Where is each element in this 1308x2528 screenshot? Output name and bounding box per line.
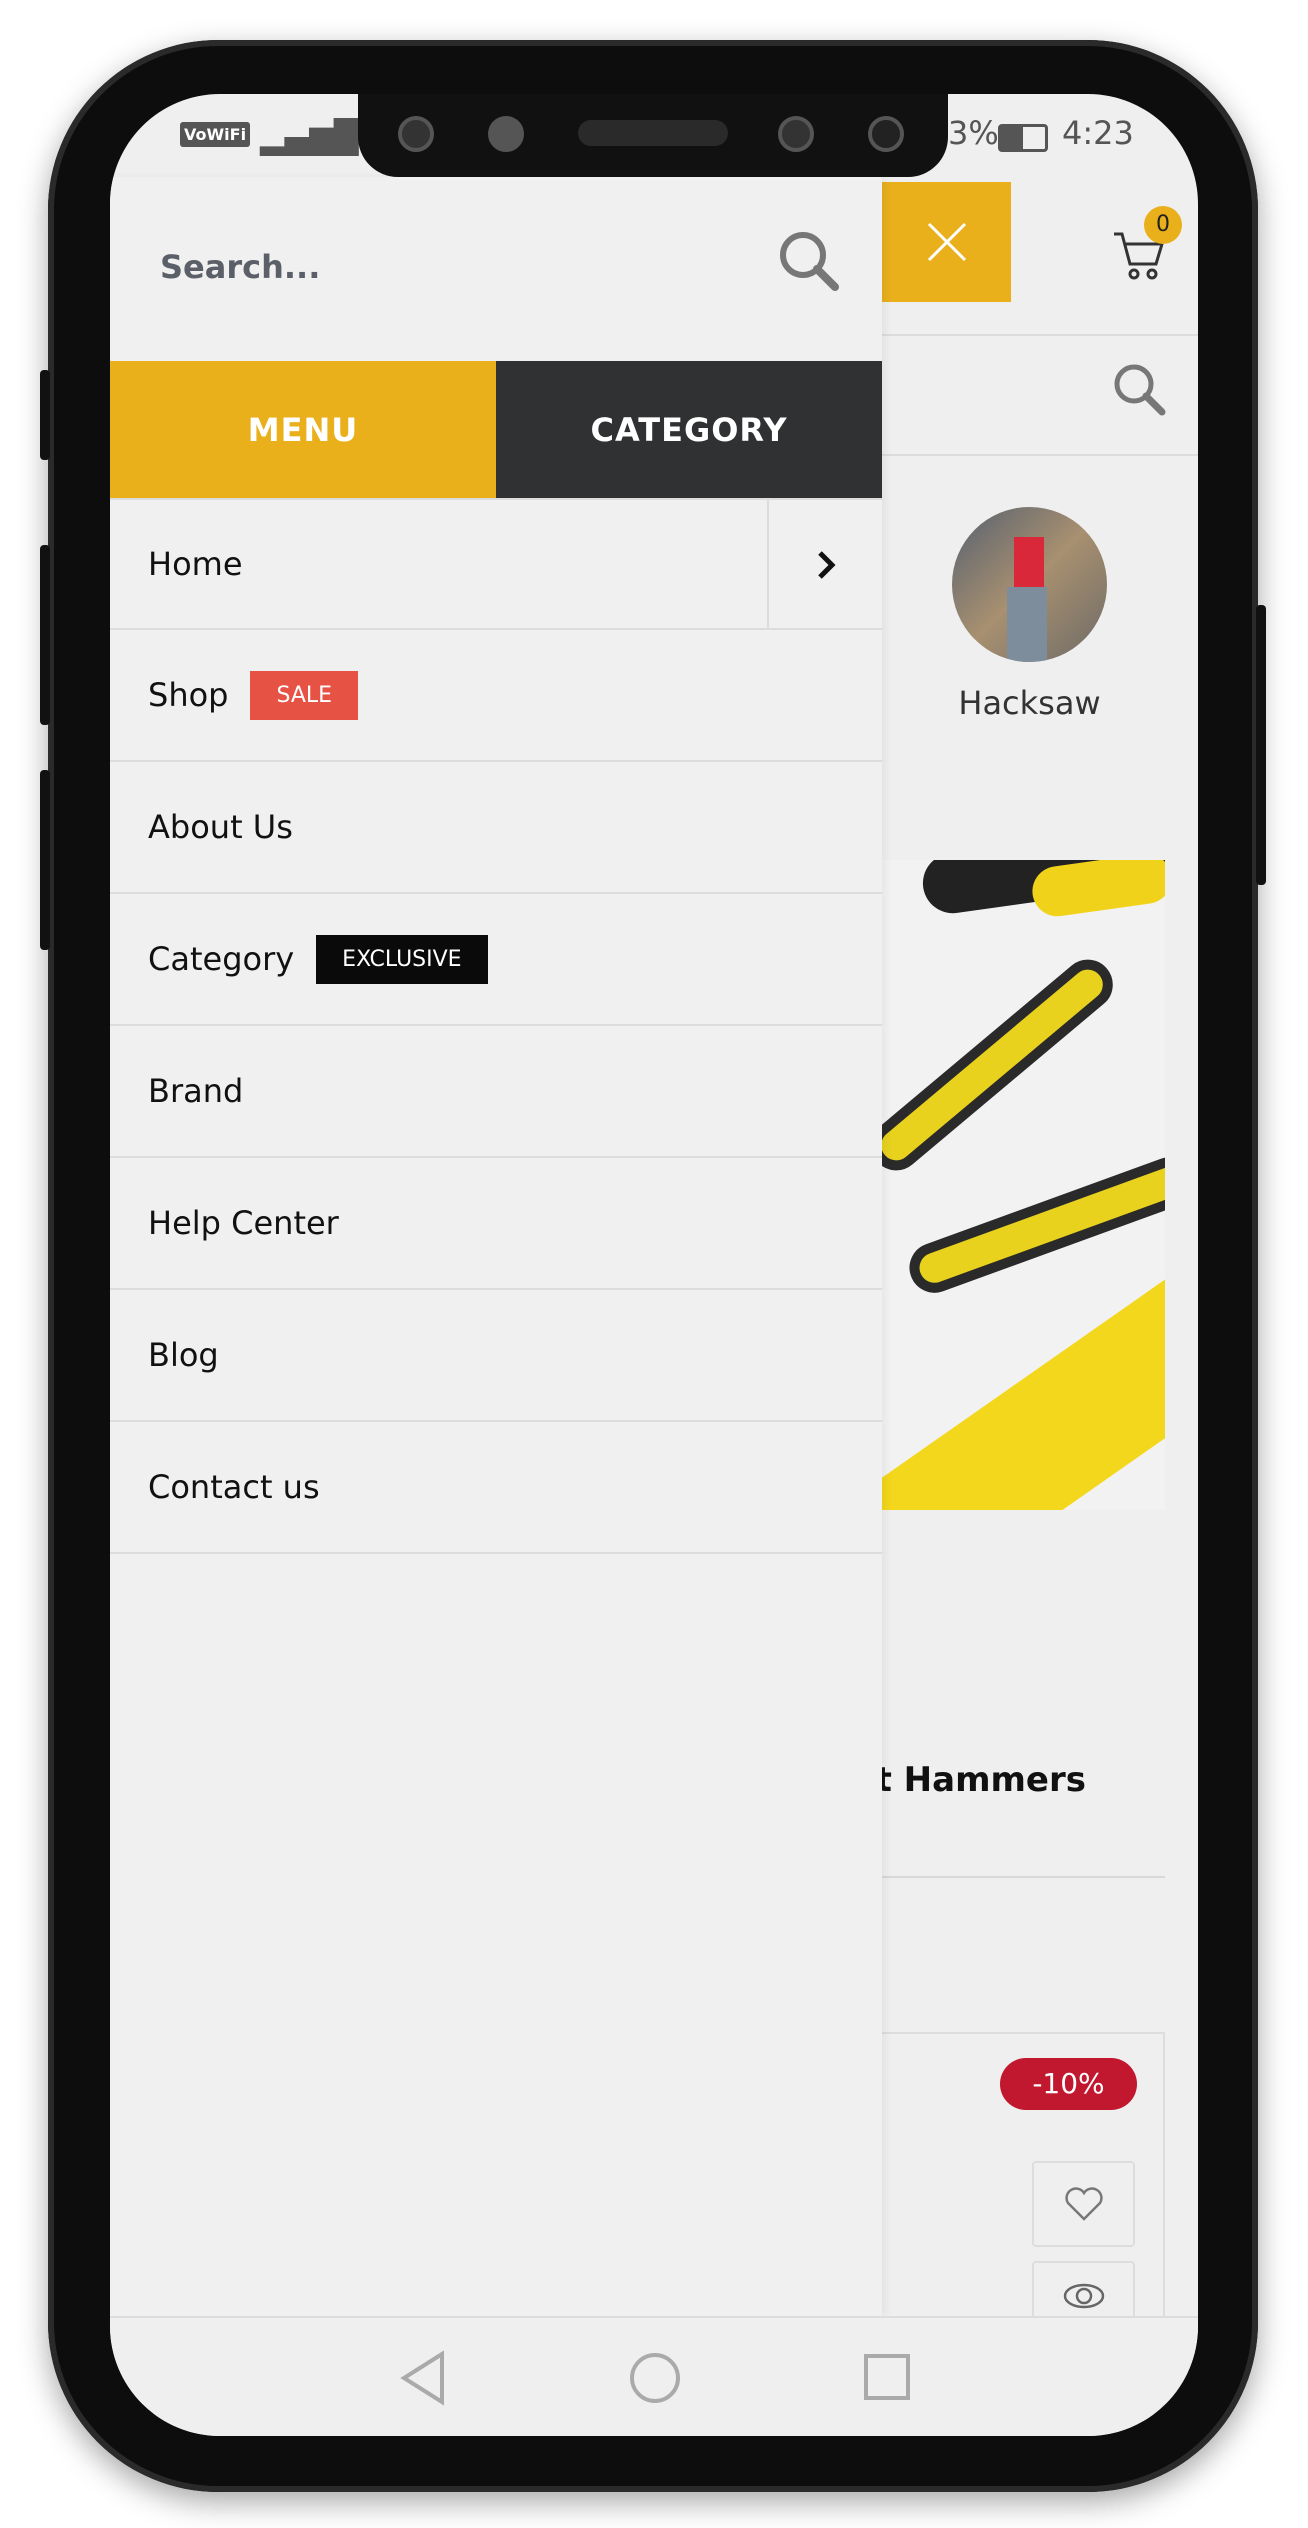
product-card[interactable]: -10% [882, 2032, 1165, 2347]
menu-item-label: Home [148, 545, 243, 583]
drawer-search [110, 177, 882, 361]
menu-item-label: Brand [148, 1072, 244, 1110]
divider [882, 334, 1198, 336]
signal-icon: ▂▄▆█ [260, 118, 359, 156]
menu-item-label: About Us [148, 808, 293, 846]
menu-item-help-center[interactable]: Help Center [110, 1158, 882, 1290]
tab-category[interactable]: CATEGORY [496, 361, 882, 498]
banner-tools-image[interactable] [882, 860, 1165, 1510]
recents-icon[interactable] [862, 2352, 912, 2402]
navigation-drawer: MENU CATEGORY Home Shop SALE About Us Cat… [110, 177, 882, 2316]
search-icon [1114, 364, 1166, 416]
system-nav-bar [110, 2316, 1198, 2436]
menu-list: Home Shop SALE About Us Category EXCLUSIVE… [110, 498, 882, 1554]
search-input[interactable] [160, 237, 740, 297]
menu-item-brand[interactable]: Brand [110, 1026, 882, 1158]
battery-icon [998, 124, 1048, 152]
menu-item-category[interactable]: Category EXCLUSIVE [110, 894, 882, 1026]
cart-count-badge: 0 [1144, 206, 1182, 244]
divider [882, 454, 1198, 456]
vowifi-indicator: VoWiFi [180, 122, 251, 147]
divider [882, 1876, 1165, 1878]
tab-menu[interactable]: MENU [110, 361, 496, 498]
home-icon[interactable] [627, 2350, 683, 2406]
battery-percent: 3% [948, 114, 999, 152]
cart-button[interactable]: 0 [1110, 206, 1182, 288]
drawer-tabs: MENU CATEGORY [110, 361, 882, 498]
chevron-right-icon [817, 551, 836, 579]
menu-item-about-us[interactable]: About Us [110, 762, 882, 894]
menu-item-label: Blog [148, 1336, 219, 1374]
category-hacksaw-image[interactable] [952, 507, 1107, 662]
exclusive-badge: EXCLUSIVE [316, 934, 488, 984]
search-submit-button[interactable] [775, 227, 845, 301]
category-label[interactable]: Hacksaw [952, 684, 1107, 722]
search-icon [780, 232, 839, 291]
menu-item-home[interactable]: Home [110, 498, 882, 630]
menu-item-label: Shop [148, 676, 229, 714]
back-icon[interactable] [398, 2350, 448, 2406]
close-drawer-button[interactable] [882, 182, 1011, 302]
menu-item-label: Help Center [148, 1204, 339, 1242]
menu-item-shop[interactable]: Shop SALE [110, 630, 882, 762]
screen: VoWiFi ▂▄▆█ ≋ 3% 4:23 0 Hacksaw st Hamme… [110, 94, 1198, 2436]
menu-item-label: Contact us [148, 1468, 320, 1506]
notch [358, 94, 948, 177]
sale-badge: SALE [250, 670, 359, 720]
expand-submenu-button[interactable] [767, 500, 882, 630]
page-search-button[interactable] [1110, 360, 1170, 424]
eye-icon [1063, 2283, 1104, 2309]
clock: 4:23 [1062, 114, 1134, 152]
wishlist-button[interactable] [1032, 2161, 1135, 2247]
menu-item-blog[interactable]: Blog [110, 1290, 882, 1422]
discount-badge: -10% [1000, 2058, 1137, 2110]
heart-icon [1064, 2187, 1103, 2221]
section-title: st Hammers [882, 1760, 1086, 1800]
menu-item-label: Category [148, 940, 295, 978]
menu-item-contact-us[interactable]: Contact us [110, 1422, 882, 1554]
close-icon [927, 222, 966, 262]
